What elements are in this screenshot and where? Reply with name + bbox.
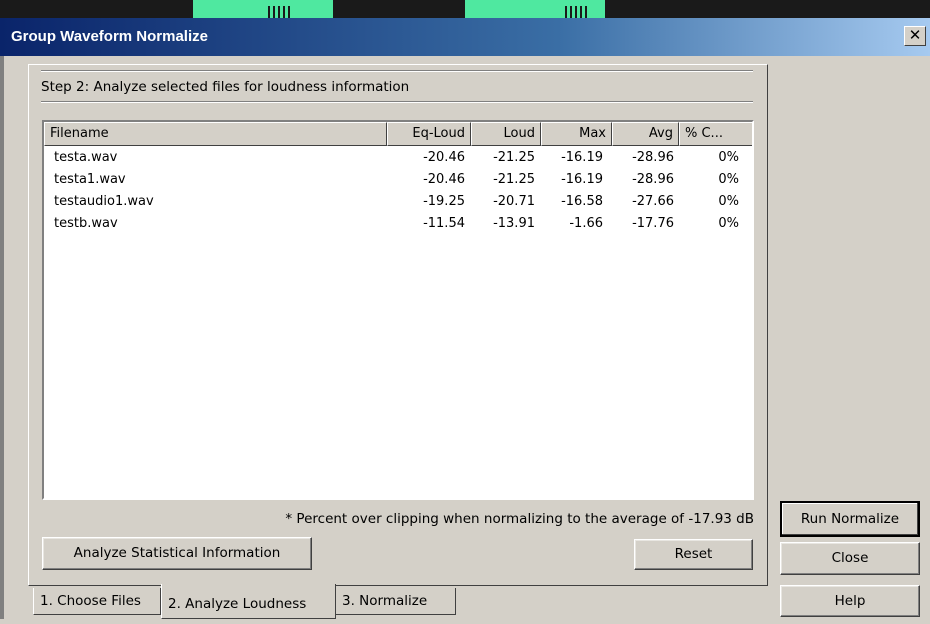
background-waveform-strip — [0, 0, 930, 18]
cell-loud: -20.71 — [493, 194, 535, 209]
cell-clip-percent: 0% — [718, 216, 739, 231]
column-header-eq-loud[interactable]: Eq-Loud — [387, 122, 471, 146]
column-header-loud[interactable]: Loud — [471, 122, 541, 146]
help-button[interactable]: Help — [780, 585, 920, 617]
divider — [41, 101, 753, 103]
cell-filename: testaudio1.wav — [54, 194, 154, 209]
cell-avg: -28.96 — [632, 172, 674, 187]
cell-loud: -13.91 — [493, 216, 535, 231]
tab-choose-files[interactable]: 1. Choose Files — [33, 588, 161, 615]
table-row[interactable]: testa1.wav -20.46 -21.25 -16.19 -28.96 0… — [44, 172, 752, 188]
cell-loud: -21.25 — [493, 150, 535, 165]
column-header-max[interactable]: Max — [541, 122, 612, 146]
cell-loud: -21.25 — [493, 172, 535, 187]
cell-avg: -17.76 — [632, 216, 674, 231]
cell-clip-percent: 0% — [718, 172, 739, 187]
cell-eq-loud: -11.54 — [423, 216, 465, 231]
cell-eq-loud: -20.46 — [423, 172, 465, 187]
cell-filename: testa1.wav — [54, 172, 126, 187]
analyze-statistical-information-button[interactable]: Analyze Statistical Information — [42, 537, 312, 570]
loudness-results-list[interactable]: Filename Eq-Loud Loud Max Avg % C... tes… — [42, 120, 754, 500]
table-row[interactable]: testb.wav -11.54 -13.91 -1.66 -17.76 0% — [44, 216, 752, 232]
cell-clip-percent: 0% — [718, 150, 739, 165]
cell-max: -16.58 — [561, 194, 603, 209]
cell-avg: -27.66 — [632, 194, 674, 209]
tab-analyze-loudness[interactable]: 2. Analyze Loudness — [161, 584, 336, 619]
cell-max: -16.19 — [561, 150, 603, 165]
clipping-footnote: * Percent over clipping when normalizing… — [285, 511, 754, 527]
waveform-marker — [565, 6, 587, 18]
cell-avg: -28.96 — [632, 150, 674, 165]
cell-filename: testa.wav — [54, 150, 118, 165]
waveform-segment — [193, 0, 333, 18]
cell-eq-loud: -19.25 — [423, 194, 465, 209]
tab-normalize[interactable]: 3. Normalize — [336, 588, 456, 615]
dialog-title: Group Waveform Normalize — [11, 28, 208, 45]
dialog-titlebar[interactable]: Group Waveform Normalize ✕ — [0, 18, 930, 56]
divider — [41, 70, 753, 72]
close-icon[interactable]: ✕ — [904, 26, 926, 46]
cell-max: -1.66 — [569, 216, 603, 231]
close-button[interactable]: Close — [780, 542, 920, 575]
column-header-clip-percent[interactable]: % C... — [679, 122, 752, 146]
column-header-avg[interactable]: Avg — [612, 122, 679, 146]
run-normalize-button[interactable]: Run Normalize — [780, 501, 920, 537]
cell-eq-loud: -20.46 — [423, 150, 465, 165]
waveform-marker — [268, 6, 290, 18]
table-row[interactable]: testa.wav -20.46 -21.25 -16.19 -28.96 0% — [44, 150, 752, 166]
window-edge — [0, 56, 4, 619]
cell-clip-percent: 0% — [718, 194, 739, 209]
column-header-filename[interactable]: Filename — [44, 122, 387, 146]
table-row[interactable]: testaudio1.wav -19.25 -20.71 -16.58 -27.… — [44, 194, 752, 210]
reset-button[interactable]: Reset — [634, 539, 753, 570]
step-label: Step 2: Analyze selected files for loudn… — [41, 79, 410, 95]
cell-max: -16.19 — [561, 172, 603, 187]
cell-filename: testb.wav — [54, 216, 118, 231]
